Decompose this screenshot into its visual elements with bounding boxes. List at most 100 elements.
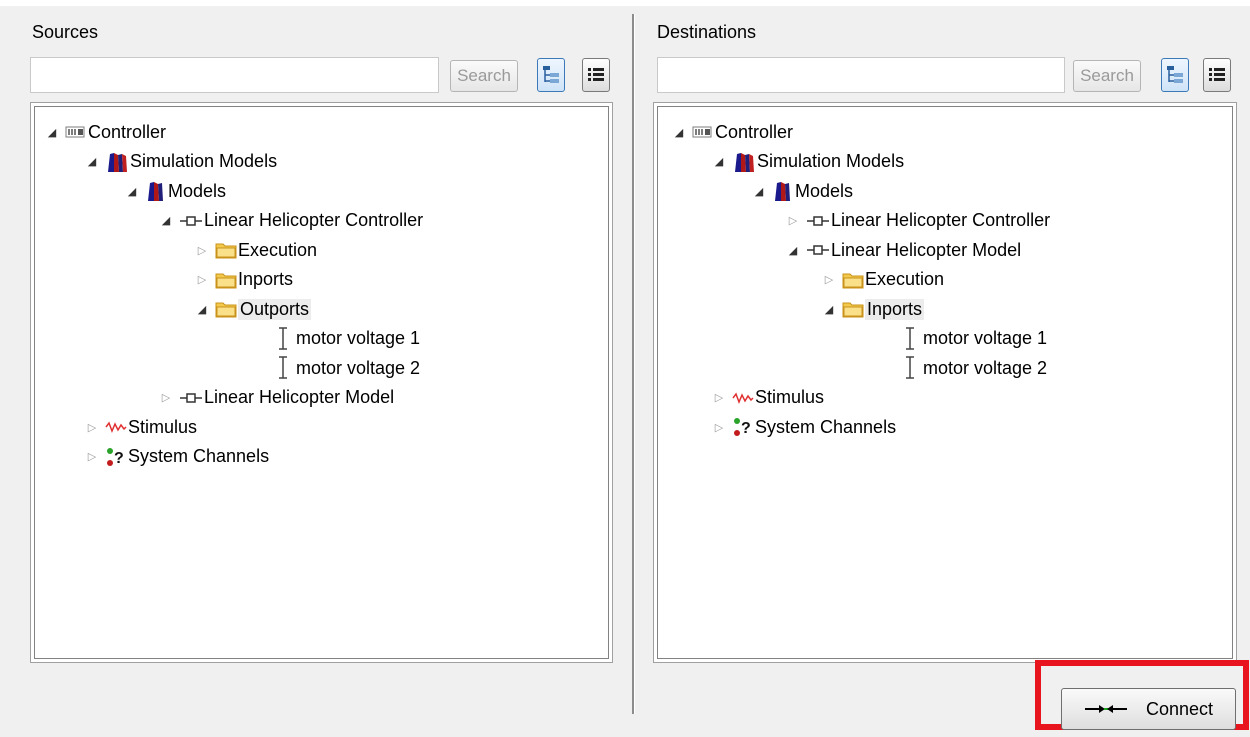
connect-button[interactable]: Connect — [1061, 688, 1236, 730]
tree-node[interactable]: ▷ Stimulus — [85, 413, 197, 441]
connect-arrows-icon — [1084, 705, 1127, 713]
sources-search-input[interactable] — [30, 57, 439, 93]
folder-icon — [842, 271, 864, 289]
expand-arrow-icon[interactable]: ◢ — [822, 295, 836, 323]
svg-text:?: ? — [114, 450, 124, 467]
tree-node[interactable]: ◢ Simulation Models — [85, 148, 277, 176]
tree-node[interactable]: ◢ Linear Helicopter Model — [786, 236, 1021, 264]
tree-node-label: Linear Helicopter Controller — [831, 210, 1051, 230]
expand-arrow-icon[interactable]: ◢ — [752, 177, 766, 205]
models-icon — [145, 180, 167, 202]
expand-arrow-icon[interactable]: ◢ — [712, 148, 726, 176]
tree-node-label: Outports — [238, 298, 312, 320]
tree-node[interactable]: ▷ Linear Helicopter Model — [159, 384, 394, 412]
folder-icon — [215, 241, 237, 259]
signal-icon — [273, 355, 295, 381]
tree-node[interactable]: ◢ Controller — [45, 118, 166, 146]
sources-list-view-button[interactable] — [582, 58, 610, 92]
expand-arrow-icon[interactable]: ◢ — [159, 207, 173, 235]
tree-node[interactable]: ▷? System Channels — [85, 443, 269, 471]
tree-node[interactable]: ▷ Execution — [195, 236, 317, 264]
expand-arrow-icon[interactable]: ◢ — [45, 118, 59, 146]
tree-node-label: Inports — [865, 298, 925, 320]
tree-node[interactable]: motor voltage 1 — [253, 325, 420, 353]
tree-node[interactable]: ▷ Linear Helicopter Controller — [786, 207, 1050, 235]
tree-node-label: motor voltage 1 — [296, 328, 421, 348]
expand-arrow-icon[interactable]: ◢ — [672, 118, 686, 146]
panel-splitter-highlight — [634, 14, 635, 714]
tree-node[interactable]: ◢ Models — [125, 177, 226, 205]
tree-node[interactable]: ▷ Execution — [822, 266, 944, 294]
collapse-arrow-icon[interactable]: ▷ — [195, 266, 209, 294]
simulation-models-icon — [732, 151, 756, 173]
collapse-arrow-icon[interactable]: ▷ — [159, 384, 173, 412]
sources-tree-view-button[interactable] — [537, 58, 565, 92]
expand-arrow-icon[interactable]: ◢ — [786, 236, 800, 264]
tree-node-label: motor voltage 1 — [923, 328, 1048, 348]
destinations-tree[interactable]: ◢ Controller ◢ Simulation Models ◢ Models ▷ Lin… — [653, 102, 1237, 663]
tree-node-label: System Channels — [128, 446, 270, 466]
sources-tree[interactable]: ◢ Controller ◢ Simulation Models ◢ Models ◢ Lin… — [30, 102, 613, 663]
collapse-arrow-icon[interactable]: ▷ — [195, 236, 209, 264]
collapse-arrow-icon[interactable]: ▷ — [822, 266, 836, 294]
tree-node[interactable]: ▷ Inports — [195, 266, 293, 294]
signal-icon — [900, 326, 922, 352]
tree-node-label: System Channels — [755, 416, 897, 437]
stimulus-icon — [732, 391, 754, 405]
collapse-arrow-icon[interactable]: ▷ — [712, 384, 726, 412]
expand-arrow-icon[interactable]: ◢ — [85, 148, 99, 176]
block-icon — [806, 244, 830, 256]
destinations-search-input[interactable] — [657, 57, 1065, 93]
tree-node[interactable]: ▷ Stimulus — [712, 384, 824, 412]
block-icon — [179, 215, 203, 227]
tree-node[interactable]: ◢ Simulation Models — [712, 148, 904, 176]
tree-node-label: motor voltage 2 — [923, 357, 1048, 378]
expand-arrow-icon[interactable]: ◢ — [125, 177, 139, 205]
sources-panel: Sources Search ◢ Controller ◢ Simulation Mo… — [0, 0, 632, 737]
tree-node[interactable]: motor voltage 2 — [880, 354, 1047, 382]
collapse-arrow-icon[interactable]: ▷ — [85, 413, 99, 441]
destinations-list-view-button[interactable] — [1203, 58, 1231, 92]
folder-icon — [215, 300, 237, 318]
destinations-panel: Destinations Search ◢ Controller ◢ Simulati… — [636, 0, 1250, 737]
tree-node-label: Stimulus — [755, 387, 825, 407]
tree-node[interactable]: motor voltage 1 — [880, 325, 1047, 353]
collapse-arrow-icon[interactable]: ▷ — [786, 207, 800, 235]
tree-node-label: Execution — [865, 269, 945, 289]
destinations-tree-view-button[interactable] — [1161, 58, 1189, 92]
expand-arrow-icon[interactable]: ◢ — [195, 295, 209, 323]
controller-icon — [65, 124, 87, 140]
simulation-models-icon — [105, 151, 129, 173]
connect-button-label: Connect — [1145, 698, 1214, 719]
tree-node-label: Linear Helicopter Model — [204, 387, 395, 407]
signal-icon — [273, 326, 295, 352]
tree-node-label: Linear Helicopter Model — [831, 239, 1022, 260]
tree-view-icon — [543, 66, 559, 83]
tree-node-label: Execution — [238, 239, 318, 260]
tree-node[interactable]: ◢ Models — [752, 177, 853, 205]
list-view-icon — [1209, 68, 1225, 81]
tree-node[interactable]: ◢ Inports — [822, 295, 925, 323]
destinations-search-button[interactable]: Search — [1073, 60, 1141, 92]
block-icon — [806, 215, 830, 227]
tree-node[interactable]: motor voltage 2 — [253, 354, 420, 382]
tree-node[interactable]: ◢ Controller — [672, 118, 793, 146]
sources-search-button[interactable]: Search — [450, 60, 518, 92]
stimulus-icon — [105, 420, 127, 434]
folder-icon — [215, 271, 237, 289]
collapse-arrow-icon[interactable]: ▷ — [712, 413, 726, 441]
tree-node[interactable]: ▷? System Channels — [712, 413, 896, 441]
tree-node[interactable]: ◢ Outports — [195, 295, 312, 323]
destinations-title: Destinations — [657, 22, 757, 42]
tree-node[interactable]: ◢ Linear Helicopter Controller — [159, 207, 423, 235]
tree-node-label: Stimulus — [128, 416, 198, 437]
list-view-icon — [588, 68, 604, 81]
collapse-arrow-icon[interactable]: ▷ — [85, 443, 99, 471]
tree-node-label: Linear Helicopter Controller — [204, 210, 424, 230]
models-icon — [772, 180, 794, 202]
block-icon — [179, 392, 203, 404]
